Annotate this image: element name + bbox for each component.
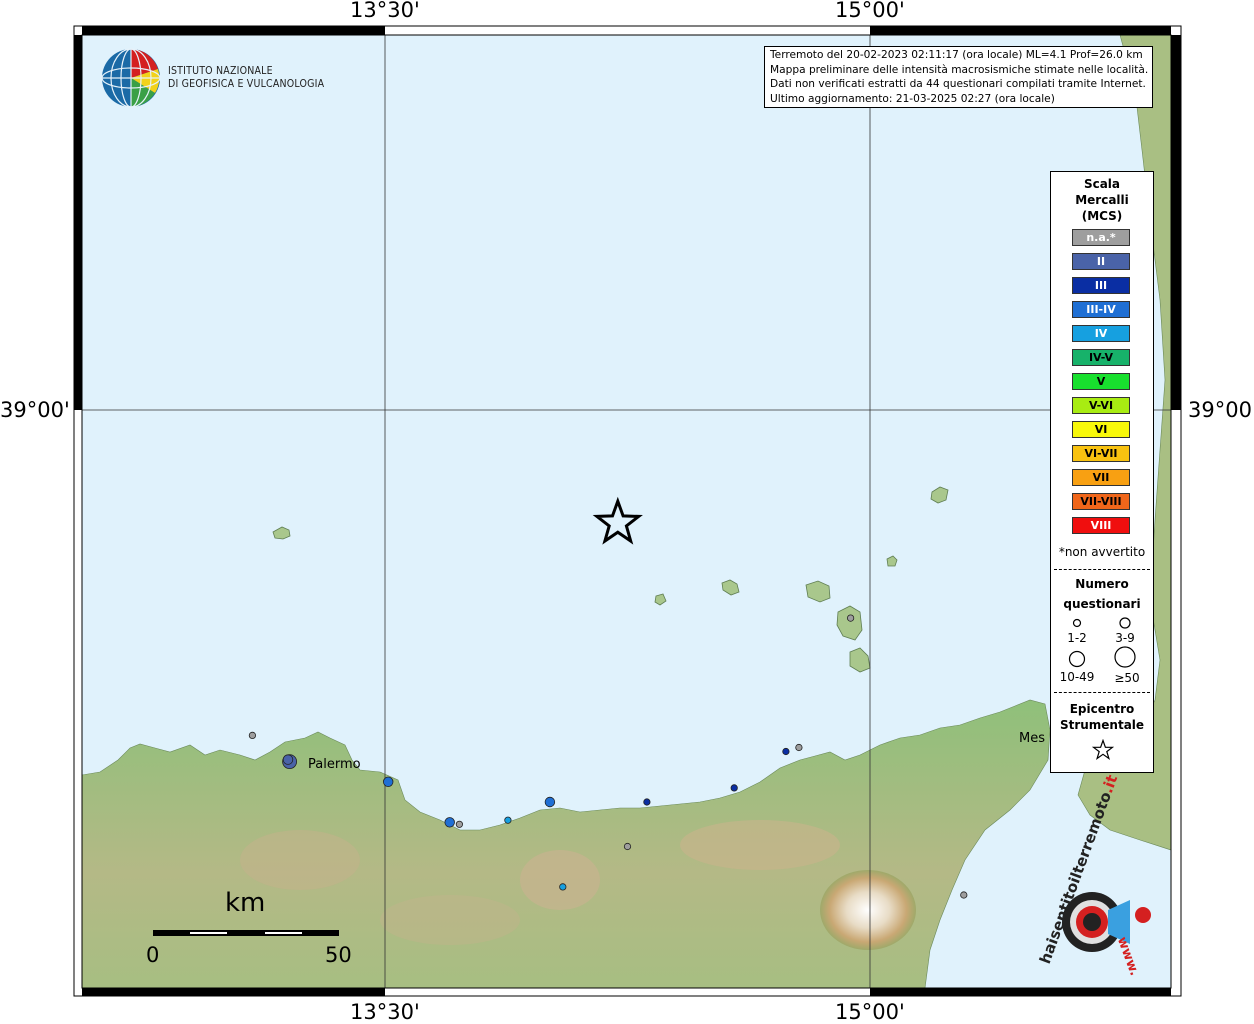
inner-hills: [380, 895, 520, 945]
legend-count-title-1: Numero: [1075, 577, 1129, 591]
intensity-swatch: II: [1072, 253, 1130, 270]
intensity-swatch: III: [1072, 277, 1130, 294]
ingv-globe-icon: [100, 47, 162, 109]
intensity-swatch: VII: [1072, 469, 1130, 486]
legend-epicenter-title: Epicentro Strumentale: [1051, 701, 1153, 733]
intensity-point: [846, 614, 855, 622]
count-circle-10-49: [1068, 650, 1086, 668]
legend-count-title-2: questionari: [1063, 597, 1141, 611]
info-line4: Ultimo aggiornamento: 21-03-2025 02:27 (…: [770, 92, 1055, 105]
intensity-point: [730, 784, 738, 792]
legend-epi-title-2: Strumentale: [1059, 718, 1145, 732]
intensity-swatch: VI-VII: [1072, 445, 1130, 462]
legend-title-2: Mercalli: [1075, 193, 1129, 207]
intensity-point: [643, 798, 651, 806]
ingv-logo-text: ISTITUTO NAZIONALE DI GEOFISICA E VULCAN…: [168, 65, 324, 91]
scale-bar: [153, 930, 339, 936]
event-info-box: Terremoto del 20-02-2023 02:11:17 (ora l…: [764, 46, 1153, 108]
legend-title-3: (MCS): [1081, 209, 1123, 223]
intensity-swatch: IV-V: [1072, 349, 1130, 366]
intensity-swatch: VIII: [1072, 517, 1130, 534]
lon-tick-top-1: 13°30': [350, 0, 420, 22]
intensity-swatch: VII-VIII: [1072, 493, 1130, 510]
lon-tick-bottom-2: 15°00': [835, 1000, 905, 1024]
intensity-point: [504, 816, 512, 824]
legend-scale-title: Scala Mercalli (MCS): [1051, 176, 1153, 224]
legend-note: *non avvertito: [1058, 545, 1146, 559]
count-label-1-2: 1-2: [1067, 631, 1087, 645]
palermo-mountains: [240, 830, 360, 890]
intensity-point: [444, 817, 455, 828]
scale-min: 0: [146, 943, 160, 967]
lon-tick-top-2: 15°00': [835, 0, 905, 22]
count-label-10-49: 10-49: [1059, 670, 1095, 684]
intensity-point: [248, 731, 256, 740]
count-circle-1-2: [1072, 618, 1082, 628]
count-label-50: ≥50: [1114, 671, 1140, 685]
info-line3: Dati non verificati estratti da 44 quest…: [770, 78, 1146, 91]
lat-tick-right: 39°00': [1188, 398, 1254, 422]
count-circle-3-9: [1119, 617, 1131, 629]
intensity-point: [795, 743, 803, 752]
intensity-point: [383, 776, 394, 788]
intensity-point: [282, 754, 294, 765]
intensity-point: [960, 891, 968, 899]
intensity-swatch: VI: [1072, 421, 1130, 438]
intensity-point: [623, 842, 632, 851]
ingv-line1: ISTITUTO NAZIONALE: [168, 65, 273, 77]
scale-max: 50: [325, 943, 352, 967]
legend-epi-title-1: Epicentro: [1069, 702, 1135, 716]
intensity-swatch: IV: [1072, 325, 1130, 342]
intensity-swatch: III-IV: [1072, 301, 1130, 318]
intensity-swatch: V-VI: [1072, 397, 1130, 414]
madonie-highland: [520, 850, 600, 910]
intensity-point: [455, 820, 463, 828]
place-label-messina: Mes: [1019, 731, 1045, 746]
nebrodi-highland: [680, 820, 840, 870]
intensity-point: [559, 883, 567, 891]
place-label-palermo: Palermo: [308, 757, 361, 772]
intensity-swatch: V: [1072, 373, 1130, 390]
legend-title-1: Scala: [1083, 177, 1121, 191]
legend-panel: Scala Mercalli (MCS) n.a.* II III III-IV IV I…: [1050, 171, 1154, 773]
ingv-line2: DI GEOFISICA E VULCANOLOGIA: [168, 78, 325, 90]
info-line2: Mappa preliminare delle intensità macros…: [770, 63, 1149, 76]
intensity-point: [544, 796, 556, 808]
legend-separator-2: [1054, 692, 1150, 693]
legend-count-title: Numero questionari: [1051, 574, 1153, 614]
lat-tick-left: 39°00': [0, 398, 70, 422]
legend-separator-1: [1054, 569, 1150, 570]
etna-volcano: [820, 870, 916, 950]
intensity-point: [782, 747, 790, 756]
legend-star-icon: [1092, 739, 1114, 761]
count-label-3-9: 3-9: [1115, 631, 1135, 645]
scale-unit: km: [225, 888, 266, 918]
lon-tick-bottom-1: 13°30': [350, 1000, 420, 1024]
info-line1: Terremoto del 20-02-2023 02:11:17 (ora l…: [770, 49, 1143, 61]
hsn-logo: haisentitoilterremoto.it www.: [1030, 772, 1160, 978]
count-circle-50: [1114, 646, 1136, 668]
intensity-swatch: n.a.*: [1072, 229, 1130, 246]
